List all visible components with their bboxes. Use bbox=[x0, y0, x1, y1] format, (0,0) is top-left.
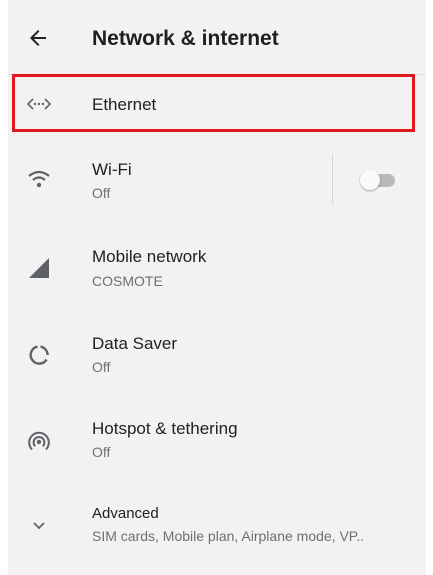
app-bar: Network & internet bbox=[8, 0, 426, 75]
wifi-status: Off bbox=[92, 185, 111, 201]
wifi-toggle-thumb bbox=[360, 170, 380, 190]
page-title: Network & internet bbox=[92, 27, 279, 50]
mobile-network-label: Mobile network bbox=[92, 247, 207, 266]
hotspot-label: Hotspot & tethering bbox=[92, 419, 238, 438]
arrow-back-icon bbox=[30, 30, 46, 46]
wifi-separator bbox=[332, 154, 333, 204]
data-saver-icon bbox=[24, 340, 54, 370]
advanced-label: Advanced bbox=[92, 505, 159, 522]
hotspot-icon bbox=[24, 426, 54, 456]
mobile-network-item[interactable]: Mobile network COSMOTE bbox=[8, 227, 426, 305]
back-button[interactable] bbox=[24, 24, 52, 52]
wifi-label: Wi-Fi bbox=[92, 160, 132, 179]
data-saver-status: Off bbox=[92, 359, 111, 375]
data-saver-label: Data Saver bbox=[92, 334, 178, 353]
wifi-toggle[interactable] bbox=[357, 169, 399, 191]
cellular-signal-icon bbox=[24, 253, 54, 283]
hotspot-tethering-item[interactable]: Hotspot & tethering Off bbox=[8, 400, 426, 478]
chevron-down-icon bbox=[24, 511, 54, 541]
wifi-icon bbox=[24, 164, 54, 194]
settings-screen: Network & internet Ethernet Wi-Fi Off Mo… bbox=[0, 0, 433, 575]
ethernet-icon bbox=[24, 89, 54, 119]
hotspot-status: Off bbox=[92, 444, 111, 460]
ethernet-label: Ethernet bbox=[92, 95, 157, 114]
data-saver-item[interactable]: Data Saver Off bbox=[8, 314, 426, 392]
mobile-network-carrier: COSMOTE bbox=[92, 273, 163, 289]
advanced-summary: SIM cards, Mobile plan, Airplane mode, V… bbox=[92, 528, 365, 544]
advanced-item[interactable]: Advanced SIM cards, Mobile plan, Airplan… bbox=[8, 492, 426, 562]
ethernet-item[interactable]: Ethernet bbox=[8, 75, 426, 133]
